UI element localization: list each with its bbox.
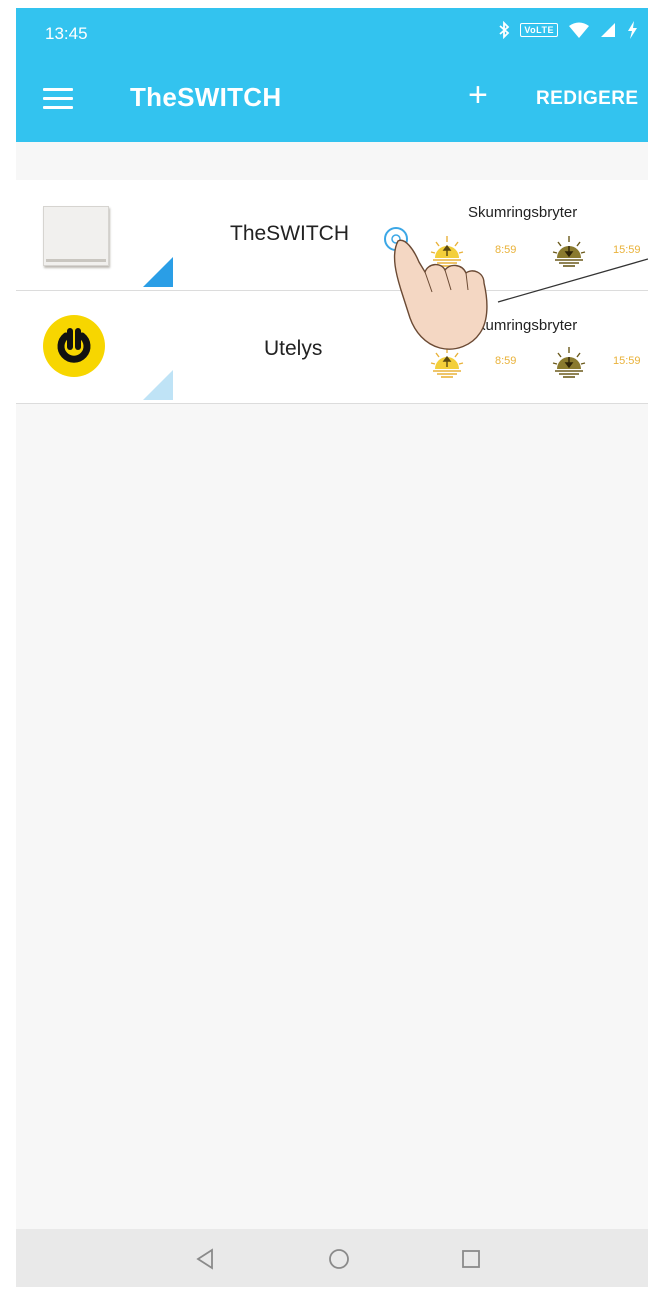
signal-strength-icon — [143, 257, 173, 287]
sunrise-time: 8:59 — [495, 355, 517, 367]
volte-badge: VoLTE — [520, 23, 558, 37]
sunset-icon — [552, 347, 586, 378]
wifi-icon — [569, 22, 589, 38]
device-list: TheSWITCH Skumringsbryter 8:59 15:59 Ute… — [16, 180, 648, 404]
app-bar: TheSWITCH + REDIGERE — [16, 56, 648, 142]
status-time: 13:45 — [45, 24, 88, 43]
app-title: TheSWITCH — [130, 82, 282, 112]
add-button[interactable]: + — [468, 78, 488, 112]
device-name: TheSWITCH — [230, 222, 350, 245]
status-icons: VoLTE — [498, 21, 638, 39]
device-row-theswitch[interactable]: TheSWITCH Skumringsbryter 8:59 15:59 — [16, 180, 648, 291]
navigation-bar — [16, 1229, 648, 1287]
device-mode: Skumringsbryter — [468, 317, 578, 334]
edit-button[interactable]: REDIGERE — [536, 88, 638, 110]
device-mode: Skumringsbryter — [468, 204, 578, 221]
status-bar: 13:45 VoLTE — [16, 8, 648, 56]
sunrise-time: 8:59 — [495, 244, 517, 256]
device-row-utelys[interactable]: Utelys Skumringsbryter 8:59 15:59 — [16, 291, 648, 404]
sunset-time: 15:59 — [613, 355, 641, 367]
wall-switch-icon — [43, 202, 113, 270]
back-icon[interactable] — [190, 1245, 220, 1273]
signal-strength-icon — [143, 370, 173, 400]
recent-apps-icon[interactable] — [456, 1245, 486, 1273]
sunrise-icon — [430, 236, 464, 267]
home-icon[interactable] — [324, 1245, 354, 1273]
power-icon — [43, 313, 113, 381]
charging-icon — [628, 21, 637, 39]
sunset-time: 15:59 — [613, 244, 641, 256]
device-name: Utelys — [264, 337, 323, 360]
sunset-icon — [552, 236, 586, 267]
sunrise-icon — [430, 347, 464, 378]
bluetooth-icon — [499, 21, 510, 39]
menu-icon[interactable] — [43, 88, 73, 110]
cell-signal-icon — [601, 23, 615, 37]
phone-screen: 13:45 VoLTE TheSWITCH + REDIGERE TheSWIT… — [16, 8, 648, 1287]
